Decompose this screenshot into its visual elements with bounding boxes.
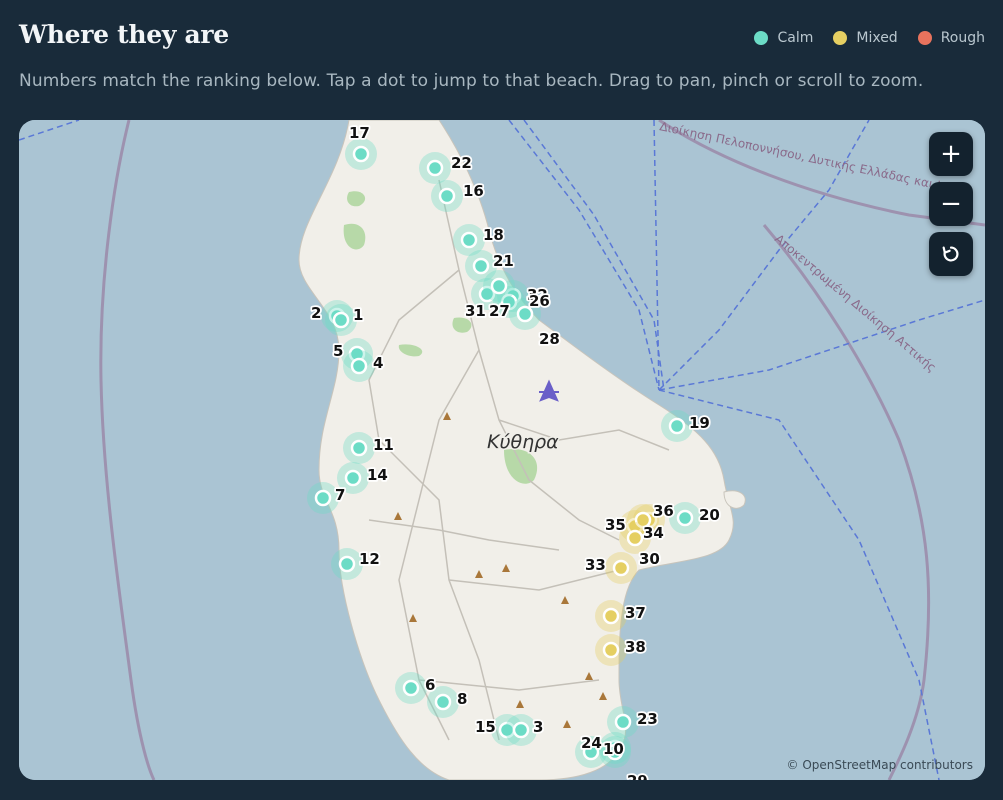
- beach-marker-33[interactable]: [605, 552, 637, 584]
- marker-label-15: 15: [475, 718, 496, 736]
- marker-dot[interactable]: [434, 693, 452, 711]
- marker-dot[interactable]: [332, 311, 350, 329]
- marker-label-30: 30: [639, 550, 660, 568]
- beach-map[interactable]: Κύθηρα Διοίκηση Πελοποννήσου, Δυτικής Ελ…: [19, 120, 985, 780]
- marker-dot[interactable]: [438, 187, 456, 205]
- marker-label-29: 29: [627, 772, 648, 780]
- marker-dot[interactable]: [668, 417, 686, 435]
- beach-marker-17[interactable]: [345, 138, 377, 170]
- marker-label-31: 31: [465, 302, 486, 320]
- marker-label-35: 35: [605, 516, 626, 534]
- legend-item-rough: Rough: [917, 30, 985, 46]
- marker-label-34: 34: [643, 524, 664, 542]
- marker-label-21: 21: [493, 252, 514, 270]
- zoom-out-button[interactable]: −: [929, 182, 973, 226]
- legend-label: Rough: [940, 30, 985, 46]
- marker-dot[interactable]: [350, 439, 368, 457]
- marker-label-33: 33: [585, 556, 606, 574]
- marker-label-1: 1: [353, 306, 363, 324]
- marker-label-11: 11: [373, 436, 394, 454]
- legend-item-calm: Calm: [754, 30, 813, 46]
- marker-label-19: 19: [689, 414, 710, 432]
- marker-dot[interactable]: [314, 489, 332, 507]
- legend-label: Calm: [777, 30, 814, 46]
- marker-dot[interactable]: [402, 679, 420, 697]
- beach-marker-16[interactable]: [431, 180, 463, 212]
- marker-label-10: 10: [603, 740, 624, 758]
- marker-dot[interactable]: [602, 641, 620, 659]
- marker-label-18: 18: [483, 226, 504, 244]
- map-instructions: Numbers match the ranking below. Tap a d…: [19, 71, 924, 91]
- beach-marker-22[interactable]: [419, 152, 451, 184]
- beach-marker-37[interactable]: [595, 600, 627, 632]
- marker-label-27: 27: [489, 302, 510, 320]
- rough-swatch: [917, 31, 932, 45]
- marker-label-8: 8: [457, 690, 467, 708]
- legend-item-mixed: Mixed: [833, 30, 898, 46]
- mixed-swatch: [833, 31, 848, 45]
- status-legend: Calm Mixed Rough: [754, 30, 985, 46]
- reset-view-button[interactable]: [929, 232, 973, 276]
- marker-dot[interactable]: [612, 559, 630, 577]
- marker-dot[interactable]: [338, 555, 356, 573]
- marker-label-20: 20: [699, 506, 720, 524]
- marker-label-17: 17: [349, 124, 370, 142]
- marker-label-36: 36: [653, 502, 674, 520]
- marker-label-22: 22: [451, 154, 472, 172]
- marker-label-7: 7: [335, 486, 345, 504]
- marker-dot[interactable]: [472, 257, 490, 275]
- marker-dot[interactable]: [512, 721, 530, 739]
- marker-label-28: 28: [539, 330, 560, 348]
- marker-dot[interactable]: [626, 529, 644, 547]
- beach-marker-38[interactable]: [595, 634, 627, 666]
- reset-icon: [942, 246, 959, 262]
- marker-label-16: 16: [463, 182, 484, 200]
- marker-label-12: 12: [359, 550, 380, 568]
- beach-marker-27[interactable]: [483, 270, 515, 302]
- marker-dot[interactable]: [676, 509, 694, 527]
- island-name: Κύθηρα: [487, 431, 559, 453]
- marker-dot[interactable]: [352, 145, 370, 163]
- marker-label-2: 2: [311, 304, 321, 322]
- marker-dot[interactable]: [460, 231, 478, 249]
- legend-label: Mixed: [856, 30, 898, 46]
- marker-label-38: 38: [625, 638, 646, 656]
- calm-swatch: [754, 31, 769, 45]
- marker-dot[interactable]: [602, 607, 620, 625]
- beach-marker-4[interactable]: [343, 350, 375, 382]
- marker-label-4: 4: [373, 354, 383, 372]
- marker-label-5: 5: [333, 342, 343, 360]
- marker-dot[interactable]: [426, 159, 444, 177]
- marker-label-3: 3: [533, 718, 543, 736]
- marker-label-37: 37: [625, 604, 646, 622]
- marker-dot[interactable]: [490, 277, 508, 295]
- marker-dot[interactable]: [614, 713, 632, 731]
- beach-marker-11[interactable]: [343, 432, 375, 464]
- beach-marker-6[interactable]: [395, 672, 427, 704]
- marker-label-24: 24: [581, 734, 602, 752]
- marker-label-26: 26: [529, 292, 550, 310]
- marker-label-23: 23: [637, 710, 658, 728]
- marker-dot[interactable]: [344, 469, 362, 487]
- marker-label-6: 6: [425, 676, 435, 694]
- marker-dot[interactable]: [350, 357, 368, 375]
- marker-label-14: 14: [367, 466, 388, 484]
- map-attribution: © OpenStreetMap contributors: [786, 758, 973, 772]
- map-base-layer: Κύθηρα Διοίκηση Πελοποννήσου, Δυτικής Ελ…: [19, 120, 985, 780]
- zoom-in-button[interactable]: +: [929, 132, 973, 176]
- page-title: Where they are: [19, 20, 229, 49]
